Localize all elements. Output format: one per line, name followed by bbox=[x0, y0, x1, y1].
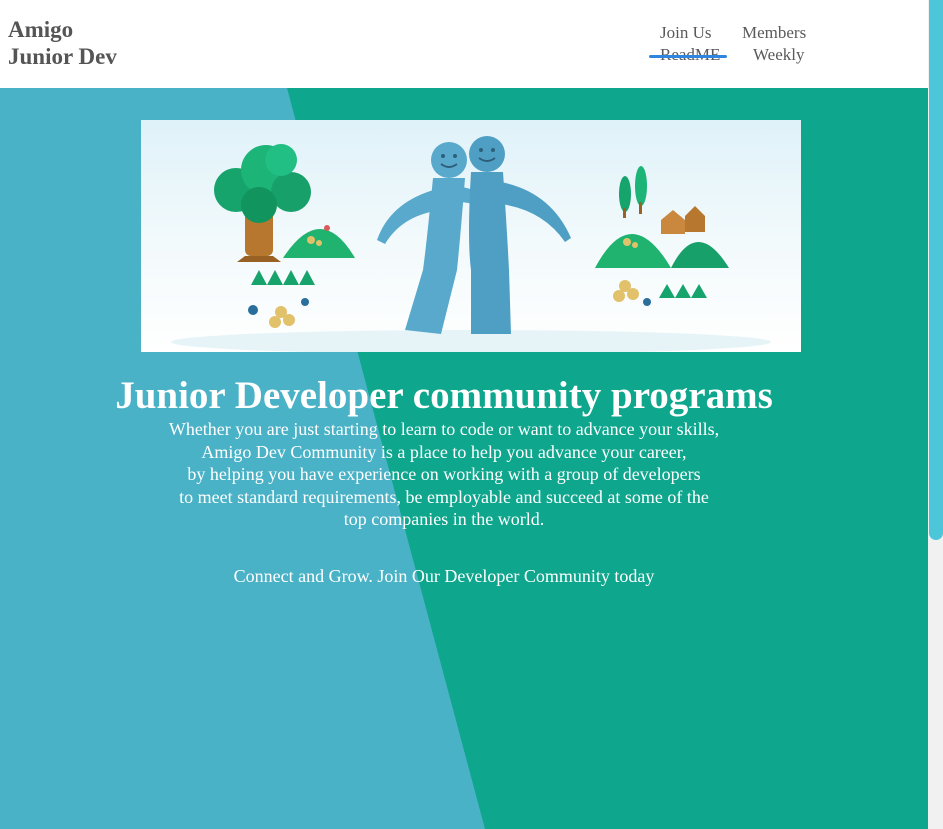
brand-line-2: Junior Dev bbox=[8, 44, 117, 69]
active-nav-indicator bbox=[649, 55, 727, 58]
intro-paragraph: Whether you are just starting to learn t… bbox=[0, 418, 888, 531]
brand-line-1: Amigo bbox=[8, 17, 74, 42]
intro-line: to meet standard requirements, be employ… bbox=[179, 486, 709, 507]
nav-link-weekly[interactable]: Weekly bbox=[753, 45, 805, 65]
clay-figure-right bbox=[469, 136, 571, 334]
site-header: Amigo Junior Dev Join Us Members ReadME … bbox=[0, 0, 928, 88]
scrollbar-thumb[interactable] bbox=[929, 0, 943, 540]
intro-line: by helping you have experience on workin… bbox=[187, 464, 701, 484]
nav-link-join-us[interactable]: Join Us bbox=[660, 23, 711, 43]
hero-image bbox=[141, 120, 801, 352]
clay-figures-illustration bbox=[171, 136, 771, 352]
site-logo[interactable]: Amigo Junior Dev bbox=[8, 16, 117, 70]
intro-line: Whether you are just starting to learn t… bbox=[168, 419, 720, 439]
page-title: Junior Developer community programs bbox=[115, 374, 773, 417]
nav-link-members[interactable]: Members bbox=[742, 23, 806, 43]
call-to-action-text: Connect and Grow. Join Our Developer Com… bbox=[233, 566, 655, 586]
intro-line: Amigo Dev Community is a place to help y… bbox=[201, 441, 687, 462]
intro-line: top companies in the world. bbox=[343, 509, 545, 529]
